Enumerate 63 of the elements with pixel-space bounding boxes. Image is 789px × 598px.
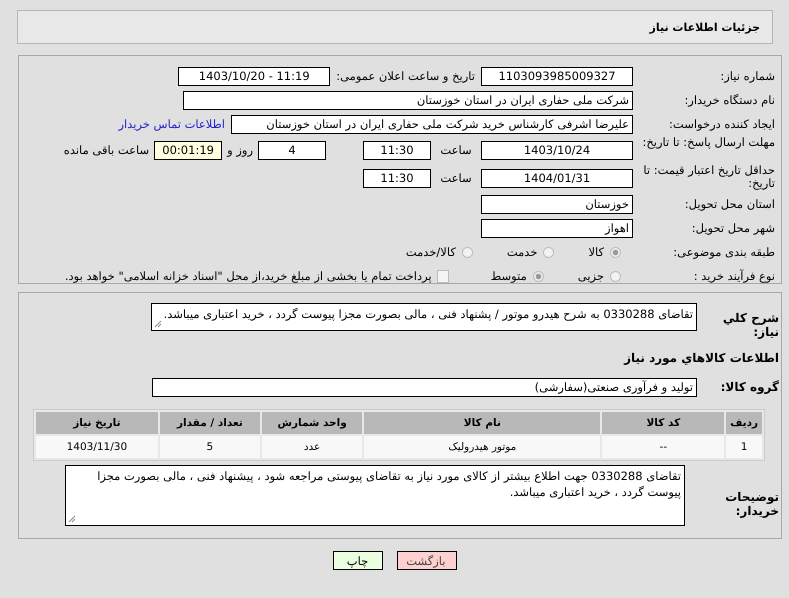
days-field: 4 xyxy=(258,140,326,160)
requester-field: علیرضا اشرفی کارشناس خرید شرکت ملی حفاری ایران در استان خوزستان xyxy=(231,114,633,134)
validity-date-field: 1404/01/31 xyxy=(481,168,633,188)
resize-grip-icon xyxy=(68,515,76,523)
print-button[interactable]: چاپ xyxy=(332,551,382,570)
back-button[interactable]: بازگشت xyxy=(396,551,456,570)
deadline-date-field: 1403/10/24 xyxy=(481,140,633,160)
field-label: شهر محل تحویل: xyxy=(690,222,776,234)
table-cell: 1 xyxy=(726,436,762,458)
field-label: نام دستگاه خریدار: xyxy=(683,94,776,106)
field-label: ساعت xyxy=(439,143,473,157)
checkbox[interactable] xyxy=(436,270,449,282)
option-label: کالا/خدمت xyxy=(406,245,456,259)
radio-button[interactable] xyxy=(543,246,554,258)
field-label: طبقه بندی موضوعی: xyxy=(672,246,776,258)
city-field: اهواز xyxy=(481,218,633,238)
column-header: کد کالا xyxy=(602,412,724,434)
option-label: خدمت xyxy=(506,245,538,259)
field-label: شرح کلي نیاز: xyxy=(722,310,780,339)
option-label: جزیی xyxy=(578,269,604,283)
province-field: خوزستان xyxy=(481,194,633,214)
option-label: کالا xyxy=(588,245,604,259)
validity-time-field: 11:30 xyxy=(363,168,431,188)
column-header: واحد شمارش xyxy=(262,412,362,434)
column-header: تعداد / مقدار xyxy=(160,412,260,434)
buyer-contact-link[interactable]: اطلاعات تماس خریدار xyxy=(118,117,225,131)
field-label: مهلت ارسال پاسخ: تا تاریخ: xyxy=(641,136,776,151)
field-label: ایجاد کننده درخواست: xyxy=(668,118,776,130)
field-label: حداقل تاریخ اعتبار قیمت: تا تاریخ: xyxy=(642,164,776,192)
field-label: گروه کالا: xyxy=(720,380,780,394)
field-label: تاریخ و ساعت اعلان عمومی: xyxy=(336,69,475,83)
field-label: ساعت باقی مانده xyxy=(64,143,150,157)
radio-button[interactable] xyxy=(610,270,621,282)
column-header: تاریخ نیاز xyxy=(36,412,158,434)
remaining-time-field: 00:01:19 xyxy=(154,140,222,160)
buyer-notes-textarea[interactable]: تقاضای 0330288 جهت اطلاع بیشتر از کالای مورد نیاز به تقاضای پیوستی مراجعه شود ، پیشنهاد فنی ، مالی بصورت مجزا پیوست گردد ، خرید اعتباری میباشد. xyxy=(65,465,685,526)
field-label: ساعت xyxy=(439,171,473,185)
field-label: شماره نیاز: xyxy=(719,70,776,82)
table-cell: 1403/11/30 xyxy=(36,436,158,458)
payment-note: پرداخت تمام یا بخشی از مبلغ خرید،از محل "اسناد خزانه اسلامی" خواهد بود. xyxy=(64,269,432,283)
field-label: توضیحات خریدار: xyxy=(724,489,780,518)
radio-button[interactable] xyxy=(462,246,473,258)
radio-button[interactable] xyxy=(532,270,544,282)
deadline-time-field: 11:30 xyxy=(363,140,431,160)
table-cell: موتور هیدرولیک xyxy=(364,436,600,458)
field-label: روز و xyxy=(227,143,253,157)
announce-date-field: 1403/10/20 - 11:19 xyxy=(178,66,330,86)
section-title: اطلاعات کالاهاي مورد نیاز xyxy=(622,351,780,365)
radio-button[interactable] xyxy=(610,246,621,258)
option-label: متوسط xyxy=(490,269,527,283)
column-header: نام کالا xyxy=(364,412,600,434)
buyer-field: شرکت ملی حفاری ایران در استان خوزستان xyxy=(183,90,633,110)
table-cell: عدد xyxy=(262,436,362,458)
goods-group-field: تولید و فرآوری صنعتی(سفارشی) xyxy=(152,378,697,396)
description-textarea[interactable]: تقاضای 0330288 به شرح هیدرو موتور / پشنهاد فنی ، مالی بصورت مجزا پیوست گردد ، خرید اعتباری میباشد. xyxy=(151,303,697,331)
table-cell: 5 xyxy=(160,436,260,458)
resize-grip-icon xyxy=(154,320,162,328)
column-header: ردیف xyxy=(726,412,762,434)
page-title: جزئیات اطلاعات نیاز xyxy=(650,20,760,34)
field-label: استان محل تحویل: xyxy=(684,198,776,210)
table-cell: -- xyxy=(602,436,724,458)
need-number-field: 1103093985009327 xyxy=(481,66,633,86)
field-label: نوع فرآیند خرید : xyxy=(692,270,776,282)
